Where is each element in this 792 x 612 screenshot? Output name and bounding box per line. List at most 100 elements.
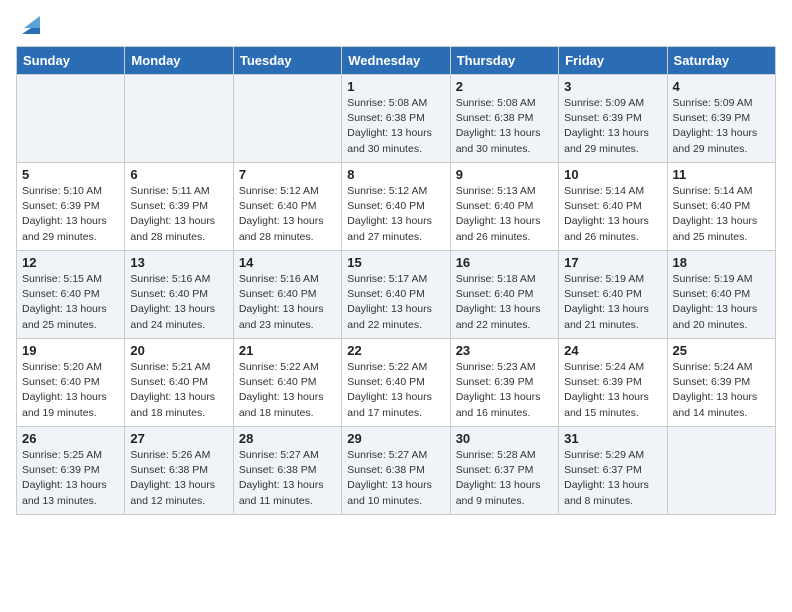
calendar-table: Sunday Monday Tuesday Wednesday Thursday…	[16, 46, 776, 515]
table-row: 20Sunrise: 5:21 AM Sunset: 6:40 PM Dayli…	[125, 339, 233, 427]
day-number: 15	[347, 255, 444, 270]
day-info: Sunrise: 5:24 AM Sunset: 6:39 PM Dayligh…	[564, 360, 661, 421]
table-row: 29 Sunrise: 5:27 AM Sunset: 6:38 PM Dayli…	[342, 427, 450, 515]
table-row: 24 Sunrise: 5:24 AM Sunset: 6:39 PM Dayli…	[559, 339, 667, 427]
day-number: 27	[130, 431, 227, 446]
day-number: 20	[130, 343, 227, 358]
day-info: Sunrise: 5:13 AM Sunset: 6:40 PM Dayligh…	[456, 184, 553, 245]
day-info: Sunrise: 5:18 AM Sunset: 6:40 PM Dayligh…	[456, 272, 553, 333]
table-row: 27 Sunrise: 5:26 AM Sunset: 6:38 PM Dayli…	[125, 427, 233, 515]
table-row: 6 Sunrise: 5:11 AM Sunset: 6:39 PM Daylig…	[125, 163, 233, 251]
table-row	[233, 75, 341, 163]
day-number: 9	[456, 167, 553, 182]
day-info: Sunrise: 5:09 AM Sunset: 6:39 PM Dayligh…	[673, 96, 770, 157]
table-row: 13Sunrise: 5:16 AM Sunset: 6:40 PM Dayli…	[125, 251, 233, 339]
day-number: 5	[22, 167, 119, 182]
table-row: 19 Sunrise: 5:20 AM Sunset: 6:40 PM Dayli…	[17, 339, 125, 427]
col-tuesday: Tuesday	[233, 47, 341, 75]
table-row: 12 Sunrise: 5:15 AM Sunset: 6:40 PM Dayli…	[17, 251, 125, 339]
day-info: Sunrise: 5:28 AM Sunset: 6:37 PM Dayligh…	[456, 448, 553, 509]
table-row: 8 Sunrise: 5:12 AM Sunset: 6:40 PM Daylig…	[342, 163, 450, 251]
table-row: 21 Sunrise: 5:22 AM Sunset: 6:40 PM Dayli…	[233, 339, 341, 427]
day-info: Sunrise: 5:14 AM Sunset: 6:40 PM Dayligh…	[564, 184, 661, 245]
day-number: 21	[239, 343, 336, 358]
col-saturday: Saturday	[667, 47, 775, 75]
day-info: Sunrise: 5:19 AM Sunset: 6:40 PM Dayligh…	[673, 272, 770, 333]
day-number: 23	[456, 343, 553, 358]
day-number: 12	[22, 255, 119, 270]
table-row	[667, 427, 775, 515]
table-row: 16 Sunrise: 5:18 AM Sunset: 6:40 PM Dayli…	[450, 251, 558, 339]
table-row: 18Sunrise: 5:19 AM Sunset: 6:40 PM Dayli…	[667, 251, 775, 339]
day-info: Sunrise: 5:15 AM Sunset: 6:40 PM Dayligh…	[22, 272, 119, 333]
day-info: Sunrise: 5:22 AM Sunset: 6:40 PM Dayligh…	[239, 360, 336, 421]
day-info: Sunrise: 5:22 AM Sunset: 6:40 PM Dayligh…	[347, 360, 444, 421]
day-info: Sunrise: 5:27 AM Sunset: 6:38 PM Dayligh…	[239, 448, 336, 509]
day-number: 26	[22, 431, 119, 446]
table-row: 14 Sunrise: 5:16 AM Sunset: 6:40 PM Dayli…	[233, 251, 341, 339]
day-info: Sunrise: 5:20 AM Sunset: 6:40 PM Dayligh…	[22, 360, 119, 421]
day-number: 19	[22, 343, 119, 358]
table-row: 3 Sunrise: 5:09 AM Sunset: 6:39 PM Daylig…	[559, 75, 667, 163]
col-sunday: Sunday	[17, 47, 125, 75]
day-number: 25	[673, 343, 770, 358]
day-number: 8	[347, 167, 444, 182]
day-number: 3	[564, 79, 661, 94]
day-info: Sunrise: 5:12 AM Sunset: 6:40 PM Dayligh…	[347, 184, 444, 245]
table-row: 17 Sunrise: 5:19 AM Sunset: 6:40 PM Dayli…	[559, 251, 667, 339]
day-info: Sunrise: 5:09 AM Sunset: 6:39 PM Dayligh…	[564, 96, 661, 157]
col-thursday: Thursday	[450, 47, 558, 75]
day-number: 7	[239, 167, 336, 182]
page-header	[16, 16, 776, 34]
day-info: Sunrise: 5:26 AM Sunset: 6:38 PM Dayligh…	[130, 448, 227, 509]
table-row: 25 Sunrise: 5:24 AM Sunset: 6:39 PM Dayli…	[667, 339, 775, 427]
table-row: 5Sunrise: 5:10 AM Sunset: 6:39 PM Daylig…	[17, 163, 125, 251]
logo	[16, 16, 44, 34]
day-number: 10	[564, 167, 661, 182]
table-row	[125, 75, 233, 163]
day-info: Sunrise: 5:23 AM Sunset: 6:39 PM Dayligh…	[456, 360, 553, 421]
day-number: 28	[239, 431, 336, 446]
table-row: 4 Sunrise: 5:09 AM Sunset: 6:39 PM Daylig…	[667, 75, 775, 163]
col-friday: Friday	[559, 47, 667, 75]
day-number: 17	[564, 255, 661, 270]
table-row: 23 Sunrise: 5:23 AM Sunset: 6:39 PM Dayli…	[450, 339, 558, 427]
day-number: 24	[564, 343, 661, 358]
table-row: 28 Sunrise: 5:27 AM Sunset: 6:38 PM Dayli…	[233, 427, 341, 515]
calendar-header: Sunday Monday Tuesday Wednesday Thursday…	[17, 47, 776, 75]
day-info: Sunrise: 5:19 AM Sunset: 6:40 PM Dayligh…	[564, 272, 661, 333]
table-row	[17, 75, 125, 163]
table-row: 10 Sunrise: 5:14 AM Sunset: 6:40 PM Dayli…	[559, 163, 667, 251]
day-info: Sunrise: 5:17 AM Sunset: 6:40 PM Dayligh…	[347, 272, 444, 333]
day-info: Sunrise: 5:29 AM Sunset: 6:37 PM Dayligh…	[564, 448, 661, 509]
day-info: Sunrise: 5:27 AM Sunset: 6:38 PM Dayligh…	[347, 448, 444, 509]
day-info: Sunrise: 5:24 AM Sunset: 6:39 PM Dayligh…	[673, 360, 770, 421]
col-monday: Monday	[125, 47, 233, 75]
day-number: 4	[673, 79, 770, 94]
day-info: Sunrise: 5:16 AM Sunset: 6:40 PM Dayligh…	[130, 272, 227, 333]
table-row: 1 Sunrise: 5:08 AM Sunset: 6:38 PM Daylig…	[342, 75, 450, 163]
day-number: 16	[456, 255, 553, 270]
day-info: Sunrise: 5:08 AM Sunset: 6:38 PM Dayligh…	[456, 96, 553, 157]
logo-icon	[18, 12, 44, 38]
day-number: 29	[347, 431, 444, 446]
day-number: 11	[673, 167, 770, 182]
day-info: Sunrise: 5:14 AM Sunset: 6:40 PM Dayligh…	[673, 184, 770, 245]
day-number: 14	[239, 255, 336, 270]
table-row: 15 Sunrise: 5:17 AM Sunset: 6:40 PM Dayli…	[342, 251, 450, 339]
day-info: Sunrise: 5:16 AM Sunset: 6:40 PM Dayligh…	[239, 272, 336, 333]
day-info: Sunrise: 5:12 AM Sunset: 6:40 PM Dayligh…	[239, 184, 336, 245]
day-info: Sunrise: 5:11 AM Sunset: 6:39 PM Dayligh…	[130, 184, 227, 245]
table-row: 11 Sunrise: 5:14 AM Sunset: 6:40 PM Dayli…	[667, 163, 775, 251]
day-number: 2	[456, 79, 553, 94]
table-row: 2 Sunrise: 5:08 AM Sunset: 6:38 PM Daylig…	[450, 75, 558, 163]
calendar-body: 1 Sunrise: 5:08 AM Sunset: 6:38 PM Daylig…	[17, 75, 776, 515]
table-row: 31Sunrise: 5:29 AM Sunset: 6:37 PM Dayli…	[559, 427, 667, 515]
day-info: Sunrise: 5:25 AM Sunset: 6:39 PM Dayligh…	[22, 448, 119, 509]
day-info: Sunrise: 5:08 AM Sunset: 6:38 PM Dayligh…	[347, 96, 444, 157]
day-number: 1	[347, 79, 444, 94]
table-row: 30Sunrise: 5:28 AM Sunset: 6:37 PM Dayli…	[450, 427, 558, 515]
table-row: 22Sunrise: 5:22 AM Sunset: 6:40 PM Dayli…	[342, 339, 450, 427]
col-wednesday: Wednesday	[342, 47, 450, 75]
day-number: 6	[130, 167, 227, 182]
